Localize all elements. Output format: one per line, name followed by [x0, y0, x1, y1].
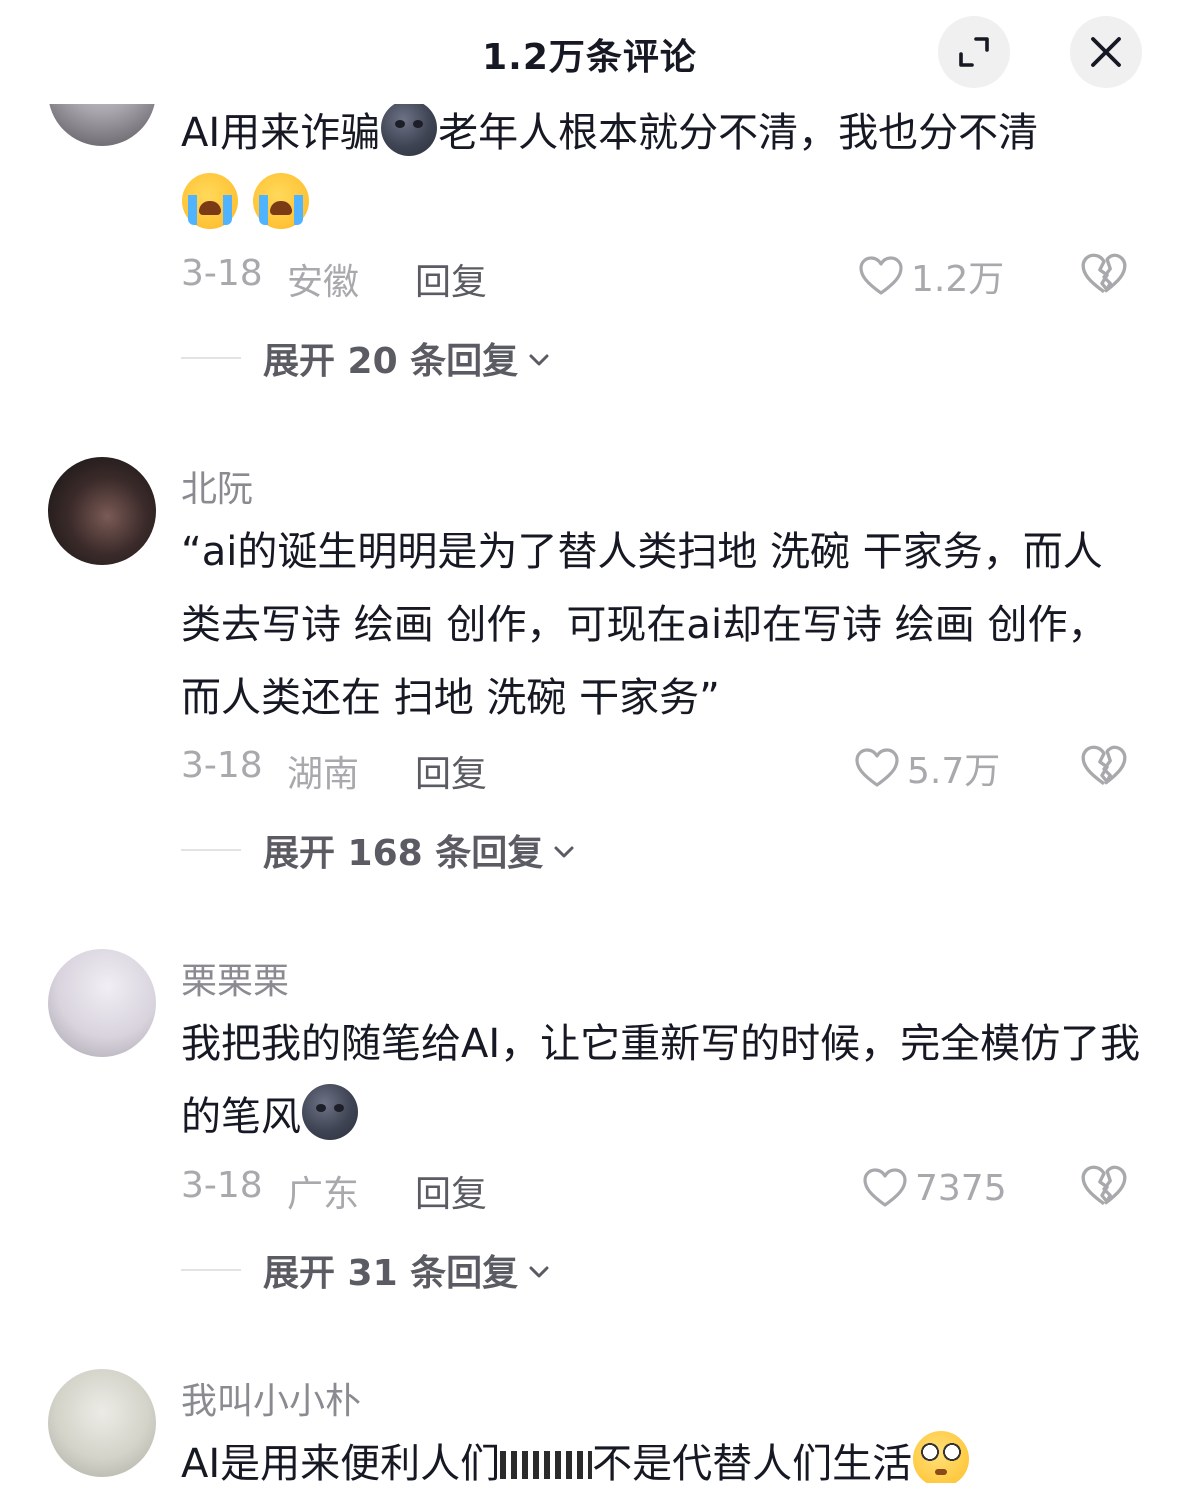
comment-date: 3-18: [181, 1165, 263, 1206]
reply-button[interactable]: 回复: [415, 745, 487, 797]
close-button[interactable]: [1070, 16, 1142, 88]
expand-replies-button[interactable]: 展开 20 条回复: [181, 333, 552, 383]
new-moon-face-emoji: [381, 100, 438, 156]
broken-heart-icon: [1081, 1165, 1127, 1206]
heart-icon: [855, 748, 899, 787]
like-button[interactable]: 7375: [861, 1161, 1007, 1215]
avatar[interactable]: [48, 949, 156, 1057]
avatar[interactable]: [48, 457, 156, 565]
divider: [181, 1269, 241, 1271]
divider: [181, 849, 241, 851]
dislike-button[interactable]: [1079, 249, 1129, 308]
comment-meta: 3-18 湖南 回复 5.7万: [181, 745, 1141, 795]
close-icon: [1091, 37, 1121, 67]
bottom-edge: [0, 1483, 1179, 1493]
comment-region: 安徽: [287, 262, 360, 303]
reply-button[interactable]: 回复: [415, 1165, 487, 1217]
like-count: 1.2万: [911, 259, 1005, 300]
comment-text: “ai的诞生明明是为了替人类扫地 洗碗 干家务，而人类去写诗 绘画 创作，可现在…: [181, 529, 1108, 721]
heart-icon: [863, 1168, 907, 1207]
like-count: 5.7万: [907, 751, 1001, 792]
dislike-button[interactable]: [1079, 741, 1129, 800]
expand-replies-button[interactable]: 展开 31 条回复: [181, 1245, 552, 1295]
comment-date: 3-18: [181, 745, 263, 786]
like-button[interactable]: 1.2万: [857, 249, 1004, 303]
expand-button[interactable]: [938, 16, 1010, 88]
broken-heart-icon: [1081, 745, 1127, 786]
comment-username[interactable]: 我叫小小朴: [181, 1372, 361, 1424]
flushed-face-emoji: [913, 1431, 970, 1487]
dislike-button[interactable]: [1079, 1161, 1129, 1220]
expand-replies-label: 展开 20 条回复: [263, 341, 519, 382]
chevron-down-icon: [529, 1266, 549, 1278]
broken-heart-icon: [1081, 253, 1127, 294]
expand-replies-label: 展开 168 条回复: [263, 833, 544, 874]
comment-username[interactable]: 北阮: [181, 460, 253, 512]
heart-icon: [859, 256, 903, 295]
comment-text: AI用来诈骗 老年人根本就分不清，我也分不清: [181, 97, 1141, 243]
comment-region: 湖南: [287, 754, 360, 795]
comment-region: 广东: [287, 1174, 360, 1215]
chevron-down-icon: [554, 846, 574, 858]
comment-meta: 3-18 安徽 回复 1.2万: [181, 253, 1141, 303]
comment-list[interactable]: AI用来诈骗 老年人根本就分不清，我也分不清 3-18 安徽 回复 1.2万 展开…: [0, 0, 1179, 1493]
expand-replies-label: 展开 31 条回复: [263, 1253, 519, 1294]
expand-replies-button[interactable]: 展开 168 条回复: [181, 825, 577, 875]
like-count: 7375: [915, 1167, 1007, 1209]
comment-meta: 3-18 广东 回复 7375: [181, 1165, 1141, 1215]
loudly-crying-face-emoji: [252, 173, 309, 229]
expand-icon: [959, 37, 989, 67]
new-moon-face-emoji: [302, 1084, 358, 1140]
avatar[interactable]: [48, 1369, 156, 1477]
comment-date: 3-18: [181, 253, 263, 294]
comment-text: 我把我的随笔给AI，让它重新写的时候，完全模仿了我的笔风: [181, 1021, 1141, 1140]
like-button[interactable]: 5.7万: [853, 741, 1000, 795]
loudly-crying-face-emoji: [182, 173, 238, 229]
comments-header: 1.2万条评论: [0, 0, 1179, 104]
comment-username[interactable]: 栗栗栗: [181, 952, 289, 1004]
reply-button[interactable]: 回复: [415, 253, 487, 305]
redacted-block: [500, 1451, 593, 1479]
chevron-down-icon: [529, 354, 549, 366]
divider: [181, 357, 241, 359]
